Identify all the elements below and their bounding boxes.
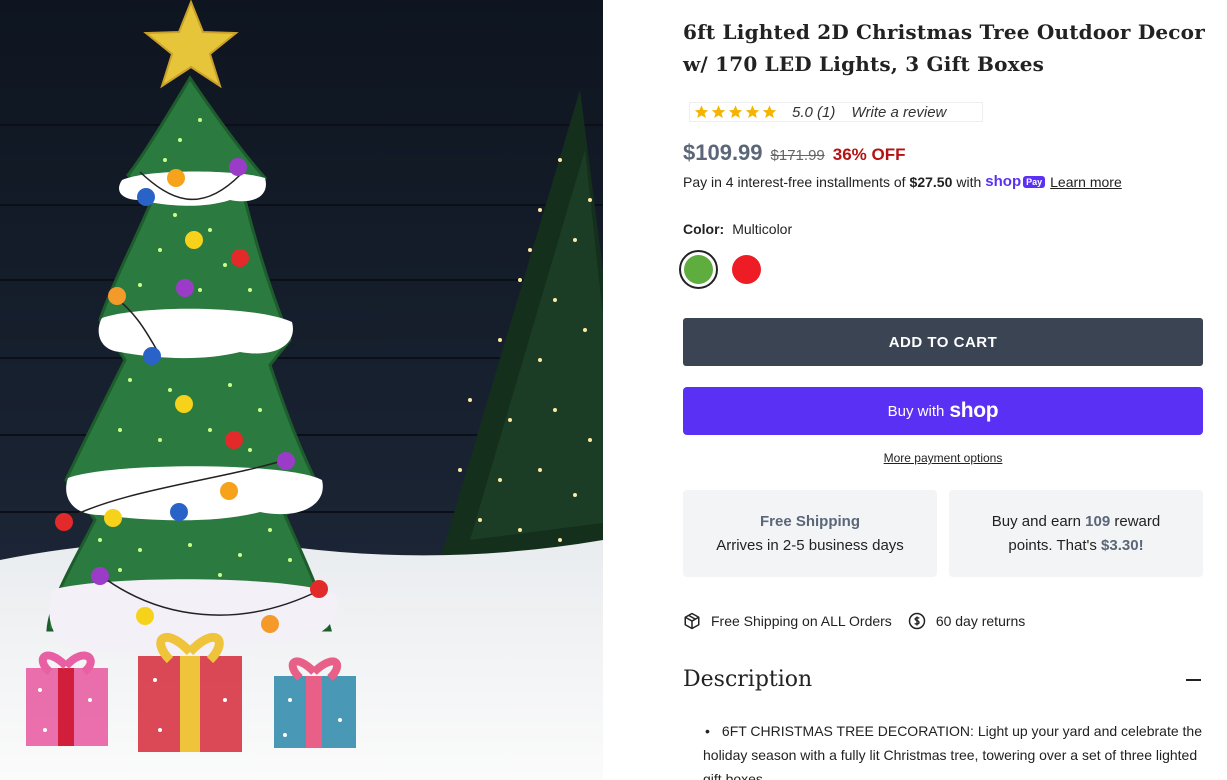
shipping-card-sub: Arrives in 2-5 business days [716,536,904,554]
add-to-cart-button[interactable]: ADD TO CART [683,318,1203,366]
installments-banner: Pay in 4 interest-free installments of $… [683,173,1122,190]
color-swatch-green[interactable] [679,250,718,289]
color-value: Multicolor [732,221,793,237]
shop-pay-badge: Pay [1023,175,1046,188]
collapse-icon[interactable] [1186,678,1201,681]
price-row: $109.99 $171.99 36% OFF [683,140,906,166]
star-icon [745,105,760,118]
rewards-points: 109 [1085,512,1111,530]
color-label: Color: [683,221,725,237]
color-swatch-red[interactable] [732,255,761,284]
installments-text: Pay in 4 interest-free installments of [683,173,906,190]
product-title: 6ft Lighted 2D Christmas Tree Outdoor De… [683,20,1205,76]
description-header[interactable]: Description [683,667,1203,692]
description-bullet: 6FT CHRISTMAS TREE DECORATION: Light up … [703,719,1203,780]
rewards-card: Buy and earn 109 reward points. That's $… [949,490,1203,577]
rewards-line2-pre: points. That's [1008,536,1097,554]
package-icon [684,612,700,630]
installments-with: with [956,173,982,190]
star-icon [711,105,726,118]
perk-shipping-text: Free Shipping on ALL Orders [711,613,892,629]
rewards-line-1: Buy and earn 109 reward [992,510,1160,534]
sale-price: $109.99 [683,140,763,165]
perk-returns-text: 60 day returns [935,613,1026,629]
rating-score: 5.0 (1) [792,103,836,121]
star-icon [762,105,777,118]
rating-summary[interactable]: 5.0 (1) Write a review [689,102,983,122]
shipping-card: Free Shipping Arrives in 2-5 business da… [683,490,937,577]
star-rating [693,104,778,120]
rewards-line-2: points. That's $3.30! [1008,534,1143,558]
star-icon [728,105,743,118]
compare-price: $171.99 [770,147,825,164]
description-title: Description [683,667,813,692]
more-payment-options-link[interactable]: More payment options [683,451,1203,465]
rewards-value: $3.30! [1101,536,1144,554]
shop-logo: shop [949,399,999,422]
rewards-pre: Buy and earn [991,512,1081,530]
perk-returns: 60 day returns [908,612,1026,630]
discount-badge: 36% OFF [832,145,906,164]
learn-more-link[interactable]: Learn more [1050,174,1122,190]
perk-shipping: Free Shipping on ALL Orders [683,612,892,630]
installment-amount: $27.50 [909,173,953,190]
buy-with-text: Buy with [887,402,945,420]
perks-row: Free Shipping on ALL Orders 60 day retur… [683,612,1041,630]
rewards-mid: reward [1114,512,1161,530]
buy-with-shop-button[interactable]: Buy with shop [683,387,1203,435]
dollar-circle-icon [908,612,926,630]
product-image[interactable] [0,0,603,780]
swatch-fill [684,255,713,284]
shop-pay-logo: shop [985,173,1022,190]
description-list: 6FT CHRISTMAS TREE DECORATION: Light up … [703,719,1203,780]
product-photo [0,0,603,780]
shipping-card-title: Free Shipping [759,512,860,530]
color-selector-label: Color: Multicolor [683,221,792,237]
star-icon [694,105,709,118]
write-review-link[interactable]: Write a review [851,104,946,121]
